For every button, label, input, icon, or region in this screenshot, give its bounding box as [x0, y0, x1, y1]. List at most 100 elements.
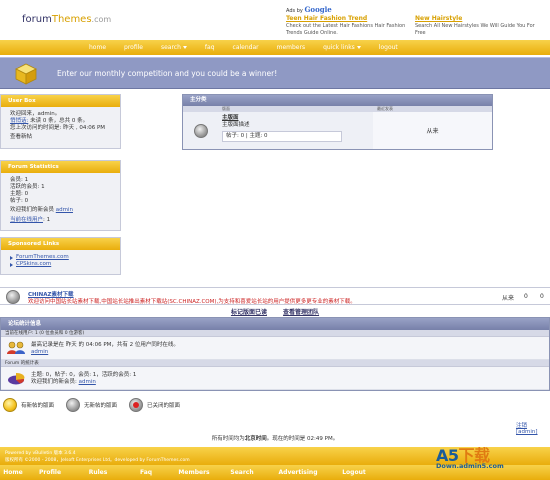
forum-statistics-panel: Forum Statistics 会员: 1 活跃的会员: 1 主题: 0 帖子…	[0, 160, 121, 231]
nav-members-label: members	[276, 44, 306, 51]
forum-stats-table: 论坛统计信息 当前在线用户: 1 (0 位会员和 0 位游客) 最高记录是在 昨…	[0, 317, 550, 391]
nav-calendar-label: calendar	[232, 44, 259, 51]
nav-logout[interactable]: logout	[370, 40, 407, 55]
online-user-link[interactable]: admin	[31, 349, 179, 356]
forum-row: 主版面 主版面描述 帖子: 0 | 主题: 0 从来	[183, 112, 492, 149]
bottom-nav-logout[interactable]: Logout	[330, 465, 378, 480]
bottom-nav-advertising[interactable]: Advertising	[266, 465, 330, 480]
ads-by-label: Ads by	[286, 8, 303, 14]
nav-calendar[interactable]: calendar	[224, 40, 268, 55]
welcome-text: 欢迎回来，admin。	[10, 111, 61, 117]
bottom-nav-rules[interactable]: Rules	[74, 465, 122, 480]
sponsored-link-forumthemes[interactable]: ForumThemes.com	[16, 254, 69, 261]
bottom-nav-profile[interactable]: Profile	[26, 465, 74, 480]
active-members-count: 活跃的会员: 1	[10, 184, 45, 190]
statistics-header: Forum 的统计表	[1, 360, 549, 367]
logout-admin-link[interactable]: 注销 [admin]	[516, 421, 550, 435]
current-time: 02:49 PM	[307, 436, 333, 442]
users-icon	[7, 341, 25, 354]
timezone-prefix: 所有时间均为	[211, 436, 245, 442]
category-title[interactable]: 主分类	[183, 95, 492, 106]
posts-count: 帖子: 0	[10, 198, 29, 204]
ad-block-2[interactable]: New Hairstyle Search All New Hairstyles …	[415, 15, 545, 37]
logo-part-forum: forum	[22, 14, 52, 25]
forum-actions: 标记版面已读 查看管理团队	[0, 307, 550, 316]
online-users-header[interactable]: 当前在线用户: 1 (0 位会员和 0 位游客)	[1, 330, 549, 337]
ad-1-text: Check out the Latest Hair Fashions Hair …	[286, 23, 406, 36]
nav-quick-links[interactable]: quick links	[314, 40, 370, 55]
sponsored-link-item[interactable]: CPSkins.com	[10, 261, 111, 268]
nav-profile[interactable]: profile	[115, 40, 152, 55]
competition-banner[interactable]: Enter our monthly competition and you co…	[0, 57, 550, 89]
nav-search[interactable]: search	[152, 40, 196, 55]
newest-member-line: 欢迎我们的新会员 admin	[10, 207, 111, 214]
pm-count: 未读 0 条，总共 0 条。	[28, 118, 89, 124]
copyright-text: 版权所有 ©2000 - 2008，Jelsoft Enterprises Lt…	[5, 458, 190, 463]
legend-no-new-posts: 无新帖的版面	[84, 403, 118, 409]
nav-faq-label: faq	[204, 44, 215, 51]
chinaz-forum-row: CHINAZ素材下载 欢迎访问中国站长站素材下载,中国站长站推出素材下载站(SC…	[0, 287, 550, 305]
ad-1-title[interactable]: Teen Hair Fashion Trend	[286, 15, 411, 22]
forum-icon-legend: 有新帖的版面 无新帖的版面 已关闭的版面	[3, 398, 192, 412]
bottom-nav-members[interactable]: Members	[170, 465, 218, 480]
closed-orb-icon	[129, 398, 144, 412]
grey-orb-icon	[66, 398, 81, 412]
forum-stats: 帖子: 0 | 主题: 0	[222, 131, 342, 142]
main-category-table: 主分类 版面 最近发表 主版面 主版面描述 帖子: 0 | 主题: 0 从来	[182, 94, 493, 150]
ad-2-title[interactable]: New Hairstyle	[415, 15, 545, 22]
legend-closed: 已关闭的版面	[147, 403, 181, 409]
forum-status-icon	[193, 123, 208, 138]
user-box-panel: User Box 欢迎回来，admin。 悄悄话: 未读 0 条，总共 0 条。…	[0, 94, 121, 149]
nav-home-label: home	[89, 44, 107, 51]
ads-by-google[interactable]: Ads by Google	[286, 5, 332, 14]
pm-line: 悄悄话: 未读 0 条，总共 0 条。	[10, 118, 111, 125]
watermark-url: Down.admin5.com	[436, 462, 504, 470]
forum-name-link[interactable]: 主版面	[222, 115, 369, 122]
online-users-row: 最高记录是在 昨天 的 04:06 PM，共有 2 位用户同时在线。 admin	[1, 337, 549, 360]
arrow-right-icon	[10, 255, 13, 260]
view-staff-link[interactable]: 查看管理团队	[283, 309, 319, 316]
threads-count: 主题: 0	[10, 191, 29, 197]
nav-profile-label: profile	[124, 44, 143, 51]
nav-faq[interactable]: faq	[196, 40, 224, 55]
forum-statistics-title: Forum Statistics	[1, 161, 120, 173]
nav-home[interactable]: home	[80, 40, 115, 55]
powered-by-text: Powered by vBulletin 版本 3.6.4	[5, 451, 76, 456]
sponsored-links-title: Sponsored Links	[1, 238, 120, 250]
forum-last-post: 从来	[373, 112, 492, 149]
ad-block-1[interactable]: Teen Hair Fashion Trend Check out the La…	[286, 15, 411, 37]
sponsored-link-cpskins[interactable]: CPSkins.com	[16, 261, 51, 268]
arrow-right-icon	[10, 262, 13, 267]
bottom-nav-faq[interactable]: Faq	[122, 465, 170, 480]
online-users-link[interactable]: 当前在线用户	[10, 217, 43, 223]
site-logo[interactable]: forumThemes.com	[22, 14, 111, 25]
chinaz-description: 欢迎访问中国站长站素材下载,中国站长站推出素材下载站(SC.CHINAZ.COM…	[28, 299, 356, 305]
sponsored-links-panel: Sponsored Links ForumThemes.com CPSkins.…	[0, 237, 121, 275]
a5-watermark: A5下载 Down.admin5.com	[436, 442, 504, 470]
forum-stats-title[interactable]: 论坛统计信息	[1, 318, 549, 330]
nav-members[interactable]: members	[268, 40, 314, 55]
statistics-icon	[8, 372, 25, 385]
banner-text: Enter our monthly competition and you co…	[57, 69, 278, 78]
newest-member-link[interactable]: admin	[56, 207, 73, 213]
timezone-middle: 。现在的时间是	[266, 436, 308, 442]
sponsored-link-item[interactable]: ForumThemes.com	[10, 254, 111, 261]
pm-link[interactable]: 悄悄话:	[10, 118, 28, 124]
bottom-nav-home[interactable]: Home	[0, 465, 26, 480]
nav-logout-label: logout	[378, 44, 398, 51]
google-brand: Google	[304, 5, 332, 14]
new-posts-link[interactable]: 查看新帖	[10, 134, 111, 141]
logo-part-themes: Themes	[51, 14, 92, 25]
timezone-suffix: 。	[332, 436, 339, 442]
chevron-down-icon	[182, 46, 187, 49]
newest-member-prefix: 欢迎我们的新会员	[10, 207, 56, 213]
members-count: 会员: 1	[10, 177, 29, 183]
mark-forums-read-link[interactable]: 标记版面已读	[231, 309, 267, 316]
chinaz-posts: 0	[540, 293, 544, 300]
newest-member-link[interactable]: admin	[79, 379, 96, 385]
last-visit-text: 您上次访问的时间是: 昨天 , 04:06 PM	[10, 125, 106, 131]
chinaz-threads: 0	[524, 293, 528, 300]
bottom-nav-search[interactable]: Search	[218, 465, 266, 480]
nav-search-label: search	[160, 44, 181, 51]
forum-status-icon	[6, 290, 20, 304]
